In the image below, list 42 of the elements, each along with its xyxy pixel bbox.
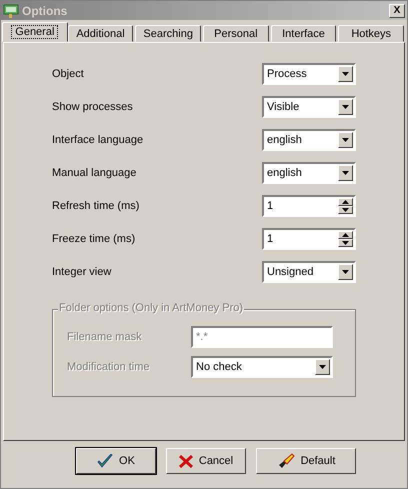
dropdown[interactable]: Process xyxy=(262,63,356,85)
down-arrow-icon xyxy=(342,241,349,245)
default-button[interactable]: Default xyxy=(256,448,356,474)
setting-label: Show processes xyxy=(52,101,133,113)
caret-icon xyxy=(342,72,349,76)
tab[interactable]: General xyxy=(2,22,68,42)
setting-label: Interface language xyxy=(52,134,144,146)
spin-field[interactable]: 1 xyxy=(262,195,356,217)
close-button[interactable]: X xyxy=(389,4,405,18)
setting-label: Refresh time (ms) xyxy=(52,200,140,212)
setting-label: Integer view xyxy=(52,266,112,278)
caret-icon xyxy=(319,365,326,369)
caret-icon xyxy=(342,105,349,109)
setting-label: Object xyxy=(52,68,84,80)
caret-icon xyxy=(342,171,349,175)
ok-button[interactable]: OK xyxy=(76,448,156,474)
cancel-button[interactable]: Cancel xyxy=(166,448,246,474)
window-title: Options xyxy=(22,4,68,18)
spin-field[interactable]: 1 xyxy=(262,228,356,250)
tab[interactable]: Interface xyxy=(270,25,336,42)
tab[interactable]: Personal xyxy=(203,25,269,42)
field-label: Filename mask xyxy=(67,331,142,343)
setting-label: Manual language xyxy=(52,167,136,179)
tab[interactable]: Hotkeys xyxy=(338,25,404,42)
up-arrow-icon xyxy=(342,200,349,204)
down-arrow-icon xyxy=(342,208,349,212)
tab[interactable]: Additional xyxy=(68,25,134,42)
dropdown[interactable]: english xyxy=(262,129,356,151)
up-arrow-icon xyxy=(342,233,349,237)
cross-icon xyxy=(178,454,193,468)
field-label: Modification time xyxy=(67,361,150,373)
dropdown[interactable]: english xyxy=(262,162,356,184)
checkmark-icon xyxy=(97,454,114,468)
dropdown[interactable]: Unsigned xyxy=(262,261,356,283)
setting-label: Freeze time (ms) xyxy=(52,233,136,245)
caret-icon xyxy=(342,138,349,142)
group-title: Folder options (Only in ArtMoney Pro) xyxy=(58,302,244,314)
brush-icon xyxy=(276,453,295,469)
tab[interactable]: Searching xyxy=(135,25,202,42)
caret-icon xyxy=(342,270,349,274)
app-icon xyxy=(3,2,19,18)
dropdown[interactable]: Visible xyxy=(262,96,356,118)
